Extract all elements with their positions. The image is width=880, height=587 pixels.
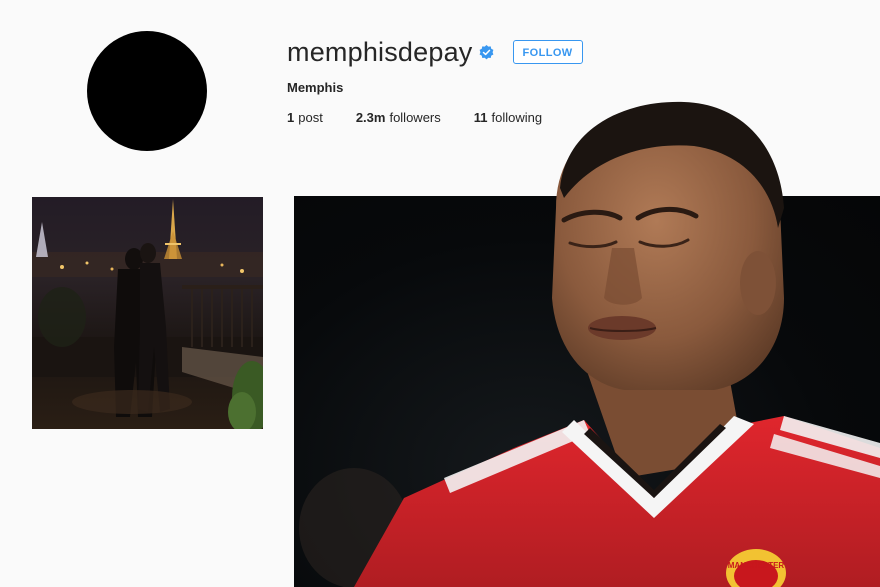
- avatar[interactable]: [87, 31, 207, 151]
- post-thumbnail[interactable]: [32, 197, 263, 429]
- player-image: MANCHESTER: [299, 101, 880, 587]
- verified-badge-icon: [479, 44, 494, 60]
- crest-text: MANCHESTER: [728, 561, 785, 570]
- full-name: Memphis: [287, 80, 344, 95]
- follow-button[interactable]: FOLLOW: [512, 40, 583, 64]
- username[interactable]: memphisdepay: [287, 37, 473, 68]
- post-image: [32, 199, 263, 429]
- profile-header: memphisdepay FOLLOW: [287, 32, 583, 72]
- instagram-profile-page: memphisdepay FOLLOW Memphis 1 post 2.3m …: [0, 0, 880, 587]
